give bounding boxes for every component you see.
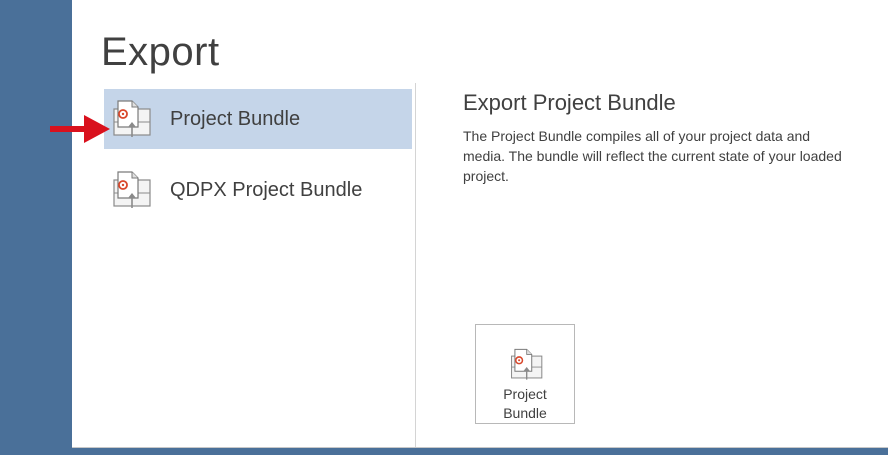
vertical-divider [415, 83, 416, 447]
export-panel: Export Project Bundle QDPX Project Bundl… [50, 0, 888, 448]
nav-item-qdpx-project-bundle[interactable]: QDPX Project Bundle [104, 160, 412, 220]
export-project-bundle-button[interactable]: Project Bundle [475, 324, 575, 424]
nav-item-label: Project Bundle [170, 107, 301, 130]
nav-item-project-bundle[interactable]: Project Bundle [50, 89, 412, 149]
details-description: The Project Bundle compiles all of your … [463, 128, 842, 184]
nav-item-label: QDPX Project Bundle [170, 178, 363, 201]
red-arrow-annotation-icon [50, 115, 110, 143]
bundle-icon [511, 348, 543, 380]
bundle-icon [113, 100, 151, 137]
page-title: Export [101, 30, 220, 74]
export-button-label: Project Bundle [503, 386, 547, 421]
details-title: Export Project Bundle [463, 90, 676, 115]
bundle-icon [113, 171, 151, 208]
